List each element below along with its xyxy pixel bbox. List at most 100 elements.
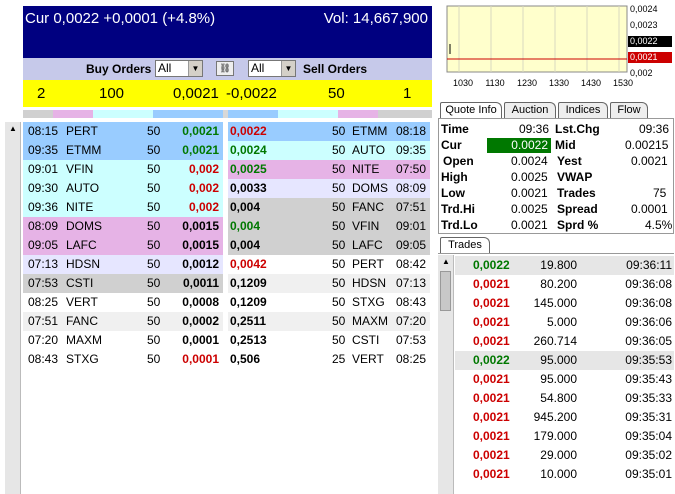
order-time: 09:35 (28, 143, 59, 157)
trade-row[interactable]: 0,0021 54.800 09:35:33 (455, 389, 674, 408)
order-price: 0,004 (230, 200, 261, 214)
scroll-up-icon[interactable]: ▲ (9, 124, 17, 133)
order-size: 50 (147, 295, 161, 309)
sell-order-row[interactable]: 0,004 50 LAFC 09:05 (228, 236, 430, 255)
scroll-up-icon[interactable]: ▲ (442, 257, 450, 266)
order-price: 0,0033 (230, 181, 267, 195)
trade-row[interactable]: 0,0022 95.000 09:35:53 (455, 351, 674, 370)
order-price: 0,0011 (182, 276, 219, 290)
open-label: Open (443, 154, 474, 168)
order-size: 50 (147, 124, 161, 138)
sell-order-row[interactable]: 0,0024 50 AUTO 09:35 (228, 141, 430, 160)
tab-indices[interactable]: Indices (558, 102, 608, 118)
sell-order-row[interactable]: 0,0022 50 ETMM 08:18 (228, 122, 430, 141)
buy-order-row[interactable]: 07:20 MAXM 50 0,0001 (23, 331, 223, 350)
current-price-header: Cur 0,0022 +0,0001 (+4.8%) Vol: 14,667,9… (23, 6, 432, 58)
sell-order-row[interactable]: 0,1209 50 STXG 08:43 (228, 293, 430, 312)
info-tabs: Quote Info Auction Indices Flow (438, 102, 674, 118)
tab-auction[interactable]: Auction (504, 102, 556, 118)
buy-order-row[interactable]: 09:36 NITE 50 0,002 (23, 198, 223, 217)
sell-order-row[interactable]: 0,004 50 FANC 07:51 (228, 198, 430, 217)
trade-price: 0,0022 (473, 353, 510, 367)
trade-time: 09:35:53 (625, 353, 672, 367)
order-price: 0,004 (230, 238, 261, 252)
trade-time: 09:36:06 (625, 315, 672, 329)
chevron-down-icon[interactable]: ▼ (281, 61, 295, 76)
trade-price: 0,0021 (473, 334, 510, 348)
trade-row[interactable]: 0,0021 945.200 09:35:31 (455, 408, 674, 427)
trade-row[interactable]: 0,0021 145.000 09:36:08 (455, 294, 674, 313)
trade-time: 09:36:08 (625, 277, 672, 291)
buy-order-row[interactable]: 09:01 VFIN 50 0,002 (23, 160, 223, 179)
order-size: 50 (147, 162, 161, 176)
trade-row[interactable]: 0,0021 95.000 09:35:43 (455, 370, 674, 389)
order-time: 09:05 (28, 238, 59, 252)
tab-quote-info[interactable]: Quote Info (440, 102, 502, 118)
trade-row[interactable]: 0,0021 10.000 09:35:01 (455, 465, 674, 484)
market-maker: VFIN (352, 219, 380, 233)
trade-row[interactable]: 0,0021 29.000 09:35:02 (455, 446, 674, 465)
order-time: 09:36 (28, 200, 59, 214)
trades-list: 0,0022 19.800 09:36:11 0,0021 80.200 09:36:08… (438, 253, 674, 494)
trade-row[interactable]: 0,0021 80.200 09:36:08 (455, 275, 674, 294)
scroll-thumb[interactable] (440, 271, 451, 311)
chevron-down-icon[interactable]: ▼ (188, 61, 202, 76)
buy-order-row[interactable]: 09:35 ETMM 50 0,0021 (23, 141, 223, 160)
buy-order-row[interactable]: 09:05 LAFC 50 0,0015 (23, 236, 223, 255)
trade-volume: 945.200 (533, 410, 577, 424)
buy-order-row[interactable]: 08:25 VERT 50 0,0008 (23, 293, 223, 312)
trades-scrollbar[interactable]: ▲ (438, 255, 454, 494)
buy-orders-label: Buy Orders (86, 62, 152, 76)
order-time: 07:50 (395, 162, 426, 176)
link-icon[interactable]: ⛓ (216, 61, 234, 76)
sell-order-row[interactable]: 0,0025 50 NITE 07:50 (228, 160, 430, 179)
buy-order-row[interactable]: 09:30 AUTO 50 0,002 (23, 179, 223, 198)
chart-plot-area (446, 5, 628, 73)
order-size: 50 (332, 143, 346, 157)
trade-row[interactable]: 0,0021 179.000 09:35:04 (455, 427, 674, 446)
chart-y-tick: 0,002 (630, 68, 653, 78)
buy-order-row[interactable]: 07:13 HDSN 50 0,0012 (23, 255, 223, 274)
sell-order-row[interactable]: 0,2511 50 MAXM 07:20 (228, 312, 430, 331)
order-size: 25 (332, 352, 346, 366)
sell-filter-select[interactable]: All ▼ (248, 60, 296, 77)
buy-order-row[interactable]: 07:51 FANC 50 0,0002 (23, 312, 223, 331)
sell-order-row[interactable]: 0,0042 50 PERT 08:42 (228, 255, 430, 274)
trade-price: 0,0021 (473, 410, 510, 424)
trade-price: 0,0021 (473, 315, 510, 329)
chart-y-tick: 0,0023 (630, 20, 658, 30)
market-maker: VERT (66, 295, 98, 309)
order-size: 50 (332, 219, 346, 233)
trade-volume: 54.800 (540, 391, 577, 405)
order-time: 07:13 (28, 257, 59, 271)
order-size: 50 (332, 276, 346, 290)
sell-order-row[interactable]: 0,506 25 VERT 08:25 (228, 350, 430, 369)
sell-order-row[interactable]: 0,0033 50 DOMS 08:09 (228, 179, 430, 198)
current-price-text: Cur 0,0022 +0,0001 (+4.8%) (25, 10, 216, 27)
trade-row[interactable]: 0,0022 19.800 09:36:11 (455, 256, 674, 275)
intraday-chart: 0,0024 0,0023 0,0022 0,0021 0,002 1030 1130 12… (446, 4, 672, 88)
buy-order-row[interactable]: 07:53 CSTI 50 0,0011 (23, 274, 223, 293)
order-price: 0,0015 (182, 219, 219, 233)
order-size: 50 (147, 181, 161, 195)
buy-filter-select[interactable]: All ▼ (155, 60, 203, 77)
buy-order-row[interactable]: 08:15 PERT 50 0,0021 (23, 122, 223, 141)
order-book-scrollbar[interactable]: ▲ (5, 122, 21, 494)
tab-trades[interactable]: Trades (440, 237, 490, 253)
order-size: 50 (147, 219, 161, 233)
order-time: 08:43 (28, 352, 59, 366)
order-time: 09:05 (395, 238, 426, 252)
sprd-value: 4.5% (645, 218, 673, 232)
order-price: 0,2511 (230, 314, 267, 328)
buy-order-row[interactable]: 08:43 STXG 50 0,0001 (23, 350, 223, 369)
sell-order-row[interactable]: 0,2513 50 CSTI 07:53 (228, 331, 430, 350)
trade-row[interactable]: 0,0021 5.000 09:36:06 (455, 313, 674, 332)
trdhi-value: 0.0025 (511, 202, 548, 216)
trade-row[interactable]: 0,0021 260.714 09:36:05 (455, 332, 674, 351)
order-time: 09:30 (28, 181, 59, 195)
sell-order-row[interactable]: 0,1209 50 HDSN 07:13 (228, 274, 430, 293)
order-time: 08:42 (395, 257, 426, 271)
buy-order-row[interactable]: 08:09 DOMS 50 0,0015 (23, 217, 223, 236)
tab-flow[interactable]: Flow (610, 102, 648, 118)
sell-order-row[interactable]: 0,004 50 VFIN 09:01 (228, 217, 430, 236)
